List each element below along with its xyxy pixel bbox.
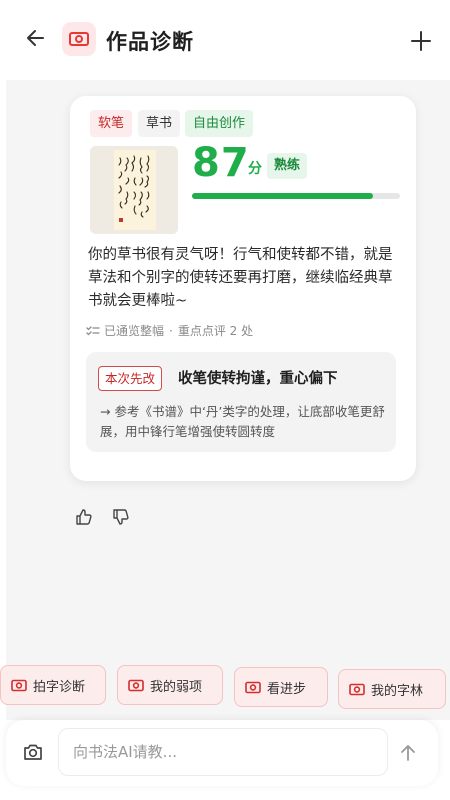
focus-suggestion: 本次先改 收笔使转拘谨，重心偏下 → 参考《书谱》中‘丹’类字的处理，让底部收笔… xyxy=(86,352,396,452)
quick-action-label: 我的字林 xyxy=(371,683,424,699)
meta-separator: · xyxy=(169,323,173,338)
photo-scan-icon xyxy=(11,679,27,691)
add-button[interactable] xyxy=(410,30,432,52)
camera-button[interactable] xyxy=(22,741,44,763)
focus-title: 收笔使转拘谨，重心偏下 xyxy=(178,371,338,387)
photo-scan-icon xyxy=(69,32,89,46)
diagnosis-card: 软笔 草书 自由创作 87 分 熟练 你的草书很有灵气呀！行气和使转都不错，就是… xyxy=(70,96,416,481)
focus-badge: 本次先改 xyxy=(98,366,163,391)
like-button[interactable] xyxy=(75,508,93,526)
quick-action-weaknesses[interactable]: 我的弱项 xyxy=(117,665,223,705)
focus-detail: → 参考《书谱》中‘丹’类字的处理，让底部收笔更舒展，用中锋行笔增强使转圆转度 xyxy=(100,404,385,439)
arrow-up-icon xyxy=(401,745,415,761)
quick-action-label: 看进步 xyxy=(267,681,307,697)
header: 作品诊断 xyxy=(0,0,450,80)
meta-status: 已通览整幅 xyxy=(104,324,165,338)
dislike-button[interactable] xyxy=(112,508,130,526)
diagnosis-meta: 已通览整幅 · 重点点评 2 处 xyxy=(86,322,253,339)
back-button[interactable] xyxy=(24,26,48,50)
score-unit: 分 xyxy=(248,161,262,177)
meta-points: 重点点评 2 处 xyxy=(177,324,254,338)
score-value: 87 xyxy=(192,140,250,186)
photo-scan-icon xyxy=(245,681,261,693)
score-progress-fill xyxy=(192,193,373,199)
camera-icon xyxy=(24,744,42,760)
send-button[interactable] xyxy=(398,743,418,763)
photo-scan-icon xyxy=(128,679,144,691)
quick-action-photo-diagnose[interactable]: 拍字诊断 xyxy=(0,665,106,705)
diagnosis-comment: 你的草书很有灵气呀！行气和使转都不错，就是草法和个别字的使转还要再打磨，继续临经… xyxy=(88,247,393,309)
thumbs-down-icon xyxy=(113,509,129,525)
chat-input-bar: 向书法AI请教... xyxy=(6,720,438,786)
plus-icon xyxy=(411,31,431,51)
level-badge: 熟练 xyxy=(267,153,308,179)
calligraphy-image xyxy=(90,146,178,234)
quick-action-label: 我的弱项 xyxy=(150,679,203,695)
photo-scan-icon xyxy=(349,683,365,695)
arrow-left-icon xyxy=(27,30,44,46)
quick-action-label: 拍字诊断 xyxy=(33,679,86,695)
tag-script-style: 草书 xyxy=(138,110,181,137)
tag-work-type: 自由创作 xyxy=(185,110,254,137)
quick-action-collection[interactable]: 我的字林 xyxy=(338,669,446,709)
tag-brush-type: 软笔 xyxy=(90,110,133,137)
thumbs-up-icon xyxy=(76,509,92,525)
checklist-icon xyxy=(86,325,100,335)
quick-action-progress[interactable]: 看进步 xyxy=(234,667,328,707)
chat-input[interactable]: 向书法AI请教... xyxy=(58,728,388,776)
page-title: 作品诊断 xyxy=(106,30,194,54)
artwork-thumbnail[interactable] xyxy=(90,146,178,234)
app-logo xyxy=(62,22,96,56)
score-progress-bar xyxy=(192,193,400,199)
